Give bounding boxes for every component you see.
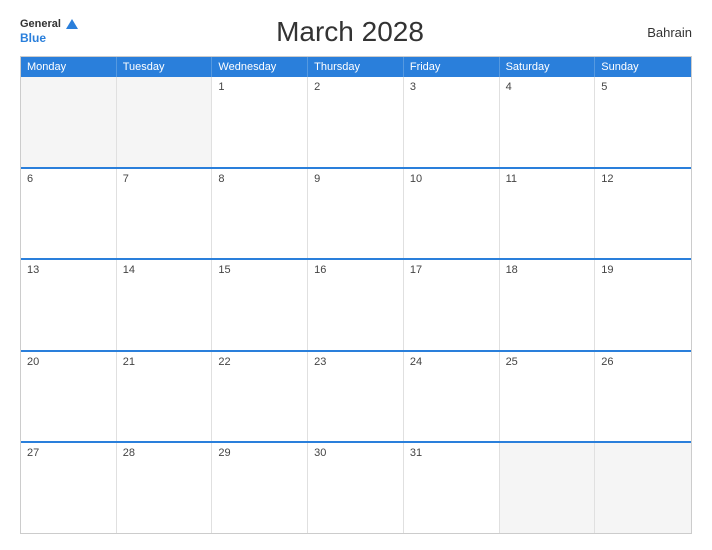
logo-general-text: General xyxy=(20,18,61,30)
logo-triangle-icon xyxy=(66,19,78,29)
week-row-5: 27 28 29 30 31 xyxy=(21,441,691,533)
day-number: 3 xyxy=(410,81,416,93)
day-number: 31 xyxy=(410,447,422,459)
day-cell xyxy=(21,77,117,167)
day-number: 30 xyxy=(314,447,326,459)
calendar-body: 1234567891011121314151617181920212223242… xyxy=(21,77,691,533)
day-cell: 1 xyxy=(212,77,308,167)
day-cell: 2 xyxy=(308,77,404,167)
day-cell: 5 xyxy=(595,77,691,167)
day-number: 12 xyxy=(601,173,613,185)
day-cell: 13 xyxy=(21,260,117,350)
week-row-1: 1 2 3 4 5 xyxy=(21,77,691,167)
day-number: 21 xyxy=(123,356,135,368)
day-cell: 24 xyxy=(404,352,500,442)
day-number: 15 xyxy=(218,264,230,276)
day-cell xyxy=(595,443,691,533)
header: General Blue March 2028 Bahrain xyxy=(20,16,692,48)
day-number: 19 xyxy=(601,264,613,276)
day-number: 14 xyxy=(123,264,135,276)
day-number: 11 xyxy=(506,173,517,185)
day-number: 23 xyxy=(314,356,326,368)
day-header-monday: Monday xyxy=(21,57,117,77)
day-cell: 28 xyxy=(117,443,213,533)
day-cell: 14 xyxy=(117,260,213,350)
day-cell xyxy=(500,443,596,533)
calendar-header: MondayTuesdayWednesdayThursdayFridaySatu… xyxy=(21,57,691,77)
day-number: 17 xyxy=(410,264,422,276)
calendar-title: March 2028 xyxy=(78,16,622,48)
day-header-tuesday: Tuesday xyxy=(117,57,213,77)
day-cell: 18 xyxy=(500,260,596,350)
calendar: MondayTuesdayWednesdayThursdayFridaySatu… xyxy=(20,56,692,534)
day-cell: 6 xyxy=(21,169,117,259)
day-cell: 10 xyxy=(404,169,500,259)
day-number: 28 xyxy=(123,447,135,459)
day-number: 26 xyxy=(601,356,613,368)
day-number: 8 xyxy=(218,173,224,185)
logo-blue-text: Blue xyxy=(20,31,78,45)
day-cell: 27 xyxy=(21,443,117,533)
day-number: 29 xyxy=(218,447,230,459)
day-number: 1 xyxy=(218,81,224,93)
day-number: 6 xyxy=(27,173,33,185)
day-cell: 29 xyxy=(212,443,308,533)
day-cell: 8 xyxy=(212,169,308,259)
day-number: 10 xyxy=(410,173,422,185)
day-header-sunday: Sunday xyxy=(595,57,691,77)
day-number: 16 xyxy=(314,264,326,276)
day-number: 20 xyxy=(27,356,39,368)
day-number: 18 xyxy=(506,264,518,276)
day-cell: 3 xyxy=(404,77,500,167)
day-cell: 9 xyxy=(308,169,404,259)
day-cell: 31 xyxy=(404,443,500,533)
calendar-page: General Blue March 2028 Bahrain MondayTu… xyxy=(0,0,712,550)
day-cell: 21 xyxy=(117,352,213,442)
week-row-4: 20 21 22 23 24 25 26 xyxy=(21,350,691,442)
day-header-wednesday: Wednesday xyxy=(212,57,308,77)
day-header-thursday: Thursday xyxy=(308,57,404,77)
day-number: 13 xyxy=(27,264,39,276)
day-cell: 17 xyxy=(404,260,500,350)
day-number: 5 xyxy=(601,81,607,93)
day-number: 4 xyxy=(506,81,512,93)
country-label: Bahrain xyxy=(622,25,692,40)
day-cell: 11 xyxy=(500,169,596,259)
day-cell: 7 xyxy=(117,169,213,259)
day-number: 7 xyxy=(123,173,129,185)
day-header-saturday: Saturday xyxy=(500,57,596,77)
day-number: 9 xyxy=(314,173,320,185)
day-number: 25 xyxy=(506,356,518,368)
day-cell: 4 xyxy=(500,77,596,167)
day-cell: 15 xyxy=(212,260,308,350)
day-cell: 20 xyxy=(21,352,117,442)
day-number: 24 xyxy=(410,356,422,368)
day-cell: 22 xyxy=(212,352,308,442)
day-number: 22 xyxy=(218,356,230,368)
day-cell: 25 xyxy=(500,352,596,442)
logo-general: General xyxy=(20,18,78,31)
day-cell: 23 xyxy=(308,352,404,442)
day-number: 2 xyxy=(314,81,320,93)
day-header-friday: Friday xyxy=(404,57,500,77)
day-cell: 16 xyxy=(308,260,404,350)
day-cell: 30 xyxy=(308,443,404,533)
day-cell: 19 xyxy=(595,260,691,350)
day-cell: 12 xyxy=(595,169,691,259)
week-row-3: 13 14 15 16 17 18 19 xyxy=(21,258,691,350)
day-cell: 26 xyxy=(595,352,691,442)
week-row-2: 6 7 8 9 10 11 12 xyxy=(21,167,691,259)
day-number: 27 xyxy=(27,447,39,459)
logo: General Blue xyxy=(20,18,78,46)
day-cell xyxy=(117,77,213,167)
